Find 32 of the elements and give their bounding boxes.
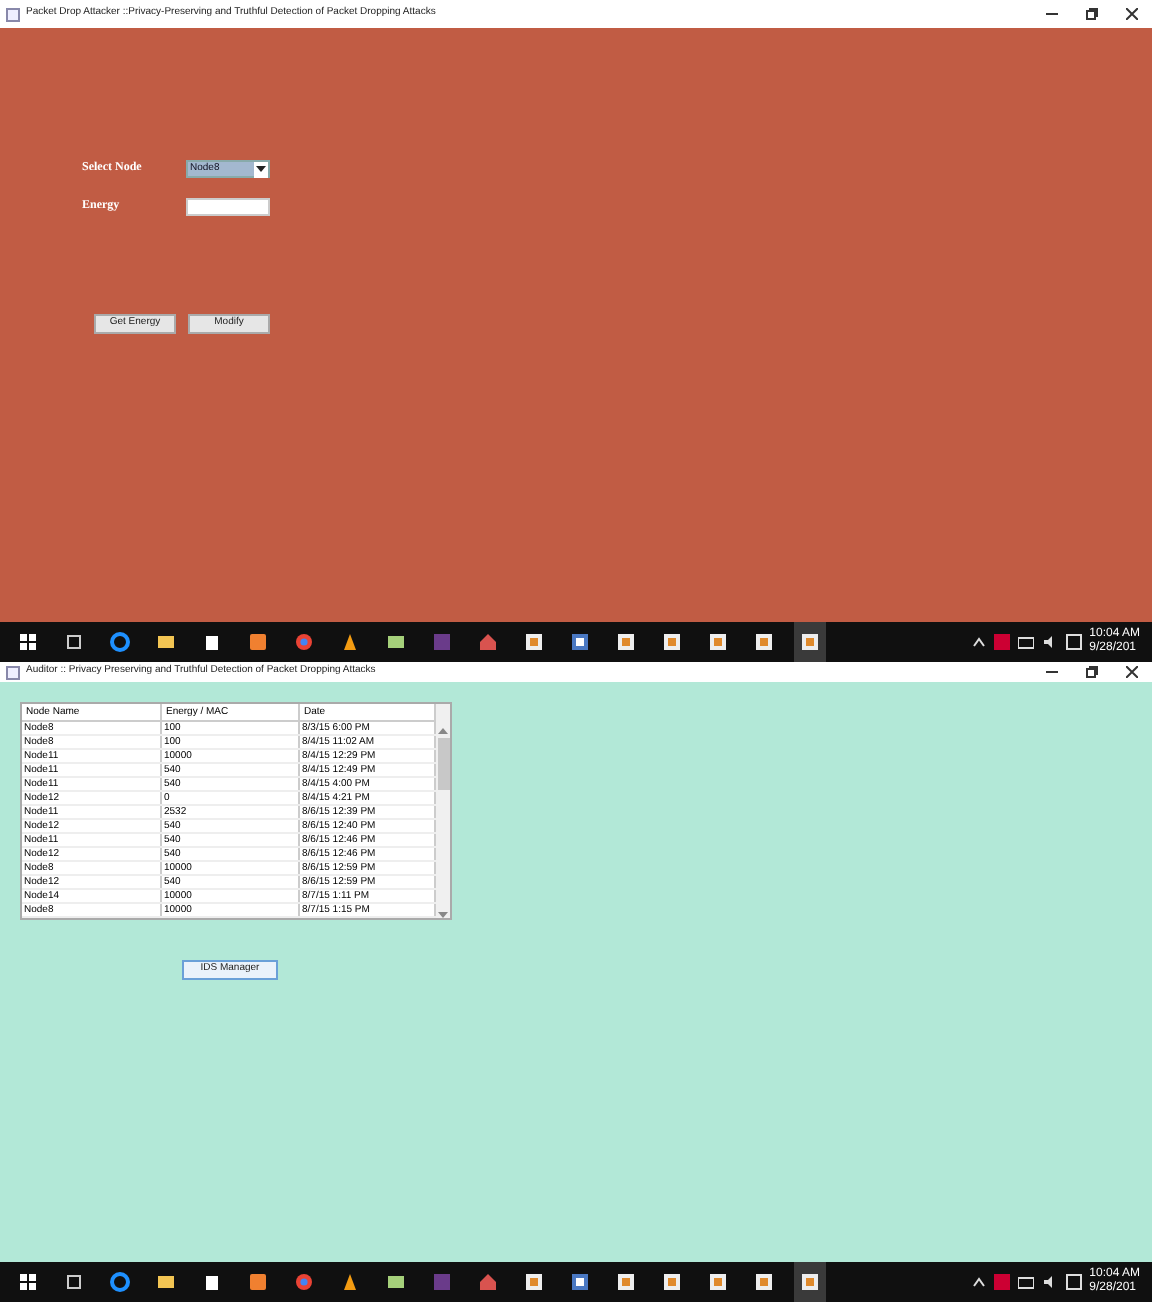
chevron-up-icon	[971, 1276, 986, 1288]
task-view-icon	[64, 1272, 84, 1292]
energy-field[interactable]	[186, 198, 270, 216]
house-icon	[478, 1272, 498, 1292]
app-icon	[6, 7, 20, 21]
scroll-up-icon	[438, 728, 448, 734]
scrollbar[interactable]	[436, 704, 450, 918]
house-icon	[478, 632, 498, 652]
minimize-icon	[1046, 8, 1058, 20]
cone-icon	[340, 1272, 360, 1292]
caret-icon	[256, 166, 266, 172]
close-icon	[1126, 666, 1138, 678]
scroll-thumb[interactable]	[437, 738, 449, 790]
task-view-icon	[64, 632, 84, 652]
restore-icon	[1086, 666, 1098, 678]
browser-icon	[110, 632, 130, 652]
minimize-icon	[1046, 666, 1058, 678]
chevron-up-icon	[971, 636, 986, 648]
scroll-down-icon	[438, 912, 448, 918]
speaker-icon	[1041, 634, 1058, 650]
app-icon	[6, 665, 20, 679]
close-icon	[1126, 8, 1138, 20]
browser-icon	[110, 1272, 130, 1292]
start-icon	[18, 1272, 38, 1292]
taskbar-button[interactable]	[794, 1262, 826, 1302]
speaker-icon	[1041, 1274, 1058, 1290]
restore-icon	[1086, 8, 1098, 20]
cone-icon	[340, 632, 360, 652]
start-icon	[18, 632, 38, 652]
notification-icon	[1065, 1274, 1082, 1290]
notification-icon	[1065, 634, 1082, 650]
taskbar-button[interactable]	[794, 622, 826, 662]
